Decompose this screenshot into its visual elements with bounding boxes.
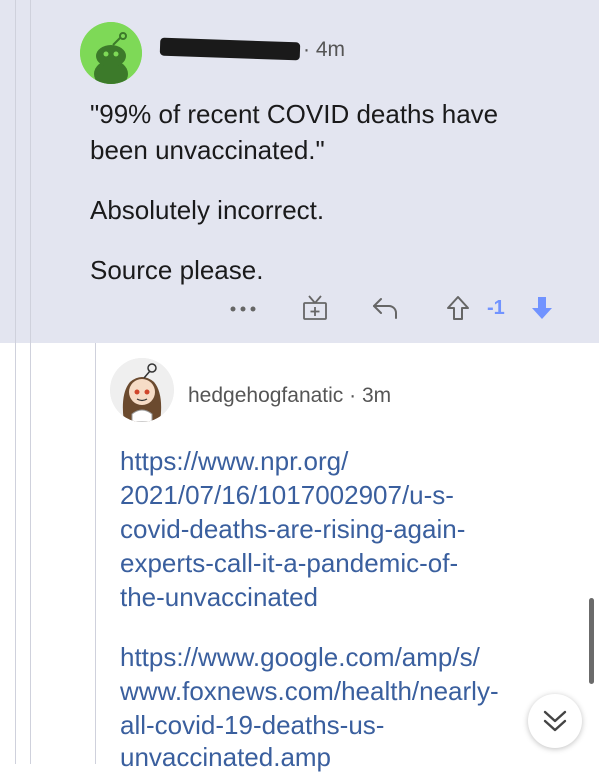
comment-text-line: Source please.: [90, 255, 264, 285]
link-text-line[interactable]: experts-call-it-a-pandemic-of-: [120, 546, 458, 580]
comment-time: 3m: [362, 384, 392, 407]
cartoon-girl-avatar-icon: [110, 358, 174, 422]
reply-icon[interactable]: [368, 292, 402, 324]
upvote-icon[interactable]: [442, 292, 474, 324]
comment-meta: · 4m: [303, 38, 345, 62]
thread-line[interactable]: [15, 0, 16, 343]
more-icon[interactable]: [226, 294, 260, 324]
comment-text-line: "99% of recent COVID deaths have: [90, 99, 499, 129]
scroll-down-button[interactable]: [528, 694, 582, 748]
link-text-line[interactable]: www.foxnews.com/health/nearly-: [120, 674, 499, 708]
snoo-avatar-icon: [80, 22, 142, 84]
comment-actions: [0, 294, 599, 324]
link-text-line[interactable]: https://www.npr.org/: [120, 444, 348, 478]
user-avatar[interactable]: [110, 358, 174, 422]
link-text-line[interactable]: https://www.google.com/amp/s/: [120, 640, 480, 674]
gift-icon[interactable]: [298, 290, 332, 324]
link-text-line[interactable]: covid-deaths-are-rising-again-: [120, 512, 465, 546]
comment-text-line: Absolutely incorrect.: [90, 195, 325, 225]
thread-line[interactable]: [30, 343, 31, 764]
redacted-username: [159, 37, 301, 61]
comment-time: 4m: [315, 38, 346, 61]
username[interactable]: hedgehogfanatic: [188, 384, 343, 407]
user-avatar[interactable]: [80, 22, 142, 84]
thread-line[interactable]: [95, 343, 96, 764]
reply-comment: hedgehogfanatic · 3m https://www.npr.org…: [110, 350, 599, 772]
downvote-icon[interactable]: [526, 292, 558, 324]
link-text-line[interactable]: the-unvaccinated: [120, 580, 318, 614]
vote-score: -1: [487, 297, 505, 319]
link-text-line[interactable]: 2021/07/16/1017002907/u-s-: [120, 478, 454, 512]
comment-text-line: been unvaccinated.": [90, 135, 325, 165]
parent-comment: · 4m "99% of recent COVID deaths have be…: [0, 0, 599, 343]
link-text-line[interactable]: unvaccinated.amp: [120, 740, 331, 774]
meta-dot: ·: [349, 384, 357, 407]
meta-dot: ·: [303, 38, 310, 61]
link-text-line[interactable]: all-covid-19-deaths-us-: [120, 708, 384, 742]
scrollbar[interactable]: [589, 598, 594, 684]
comment-meta: hedgehogfanatic · 3m: [188, 384, 391, 408]
thread-line[interactable]: [30, 0, 31, 343]
thread-line[interactable]: [15, 343, 16, 764]
double-chevron-down-icon: [543, 710, 567, 732]
